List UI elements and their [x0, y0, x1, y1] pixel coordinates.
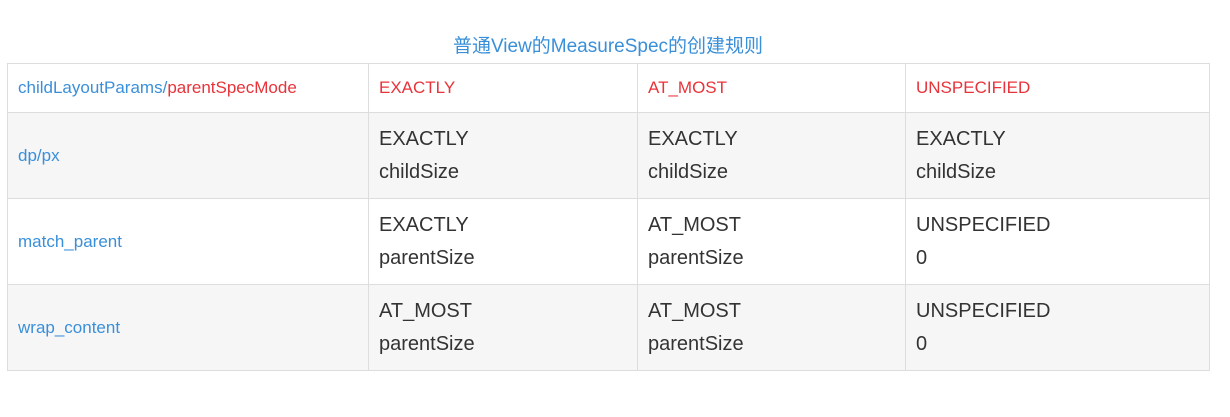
measurespec-table-wrapper: 普通View的MeasureSpec的创建规则 childLayoutParam… [7, 33, 1210, 371]
table-cell: AT_MOST parentSize [637, 198, 906, 285]
header-row: childLayoutParams/parentSpecMode EXACTLY… [7, 63, 1210, 113]
header-col-exactly: EXACTLY [368, 63, 638, 113]
cell-mode: AT_MOST [648, 213, 741, 236]
cell-mode: EXACTLY [648, 127, 738, 150]
table-cell: EXACTLY parentSize [368, 198, 638, 285]
row-label-dp-px: dp/px [7, 112, 369, 199]
table-cell: EXACTLY childSize [368, 112, 638, 199]
table-cell: EXACTLY childSize [905, 112, 1210, 199]
cell-size: childSize [916, 160, 997, 183]
table-caption: 普通View的MeasureSpec的创建规则 [452, 36, 764, 57]
cell-mode: AT_MOST [379, 299, 472, 322]
table-cell: AT_MOST parentSize [637, 284, 906, 371]
table-cell: UNSPECIFIED 0 [905, 284, 1210, 371]
cell-mode: UNSPECIFIED [916, 299, 1051, 322]
cell-mode: AT_MOST [648, 299, 741, 322]
header-child-layout-params: childLayoutParams [18, 78, 163, 97]
cell-mode: EXACTLY [379, 127, 469, 150]
header-parent-spec-mode: parentSpecMode [167, 78, 297, 97]
table-cell: UNSPECIFIED 0 [905, 198, 1210, 285]
cell-size: childSize [379, 160, 460, 183]
table-cell: EXACTLY childSize [637, 112, 906, 199]
table-row: match_parent EXACTLY parentSize AT_MOST … [7, 198, 1210, 285]
cell-mode: EXACTLY [916, 127, 1006, 150]
cell-size: parentSize [648, 246, 744, 269]
cell-size: 0 [916, 332, 928, 355]
row-label-match-parent: match_parent [7, 198, 369, 285]
cell-mode: UNSPECIFIED [916, 213, 1051, 236]
cell-size: parentSize [379, 246, 475, 269]
row-label-wrap-content: wrap_content [7, 284, 369, 371]
cell-size: parentSize [648, 332, 744, 355]
header-corner-cell: childLayoutParams/parentSpecMode [7, 63, 369, 113]
cell-size: parentSize [379, 332, 475, 355]
measurespec-table: childLayoutParams/parentSpecMode EXACTLY… [7, 63, 1210, 371]
cell-size: 0 [916, 246, 928, 269]
table-cell: AT_MOST parentSize [368, 284, 638, 371]
header-col-unspecified: UNSPECIFIED [905, 63, 1210, 113]
table-row: wrap_content AT_MOST parentSize AT_MOST … [7, 284, 1210, 371]
cell-mode: EXACTLY [379, 213, 469, 236]
table-row: dp/px EXACTLY childSize EXACTLY childSiz… [7, 112, 1210, 199]
cell-size: childSize [648, 160, 729, 183]
header-col-at-most: AT_MOST [637, 63, 906, 113]
